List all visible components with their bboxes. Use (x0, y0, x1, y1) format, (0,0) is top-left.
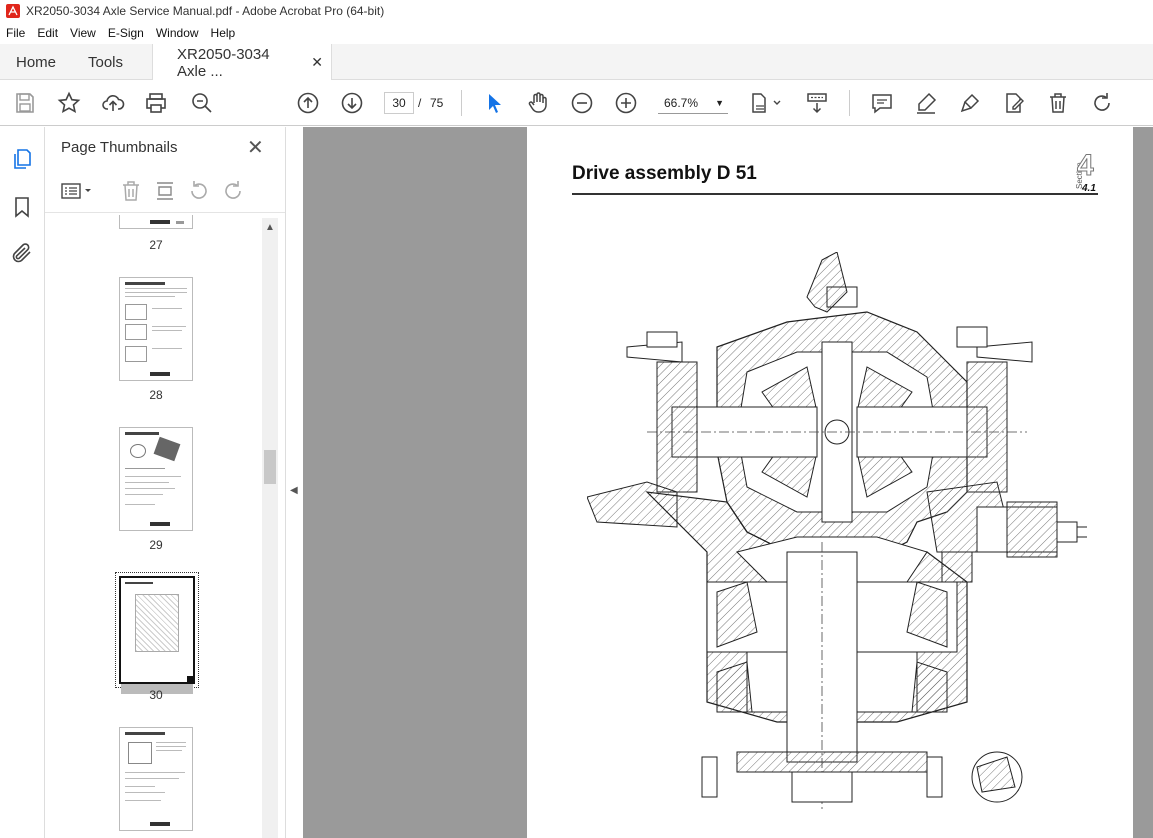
tab-document[interactable]: XR2050-3034 Axle ... ✕ (152, 44, 332, 81)
page-fit-icon[interactable] (750, 91, 784, 115)
page-number-label: 29 (149, 538, 163, 552)
page-thumbnails-icon[interactable] (10, 147, 34, 171)
panel-title: Page Thumbnails (61, 139, 178, 156)
title-bar: XR2050-3034 Axle Service Manual.pdf - Ad… (0, 0, 1153, 22)
highlight-pen-icon[interactable] (914, 91, 938, 115)
menu-file[interactable]: File (0, 26, 31, 40)
delete-page-icon[interactable] (119, 179, 143, 203)
page-heading: Drive assembly D 51 (572, 163, 757, 184)
page-thumbnail[interactable] (119, 727, 193, 831)
tab-tools[interactable]: Tools (88, 44, 123, 80)
scroll-up-icon[interactable]: ▲ (265, 222, 275, 233)
zoom-in-icon[interactable] (614, 91, 638, 115)
pdf-page: Drive assembly D 51 Section 4 4.1 (527, 127, 1133, 838)
page-number-label: 30 (149, 688, 163, 702)
star-icon[interactable] (57, 91, 81, 115)
page-number-label: 28 (149, 388, 163, 402)
zoom-level-value: 66.7% (664, 95, 699, 110)
print-icon[interactable] (144, 91, 168, 115)
fill-sign-icon[interactable] (1002, 91, 1026, 115)
comment-icon[interactable] (870, 91, 894, 115)
drive-assembly-drawing (587, 252, 1087, 812)
menu-esign[interactable]: E-Sign (102, 26, 150, 40)
close-tab-icon[interactable]: ✕ (311, 54, 323, 71)
thumbnail-list: 27 28 29 30 (45, 215, 263, 838)
zoom-level-select[interactable]: 66.7% ▼ (658, 92, 728, 114)
left-navigation-rail (0, 127, 45, 838)
scroll-mode-icon[interactable] (805, 91, 829, 115)
zoom-search-icon[interactable] (190, 91, 214, 115)
toolbar-divider (461, 90, 462, 116)
page-number-label: 27 (149, 238, 163, 252)
chevron-down-icon: ▼ (715, 97, 724, 108)
menu-window[interactable]: Window (150, 26, 205, 40)
collapse-panel-icon[interactable]: ◀ (290, 485, 298, 496)
document-view[interactable]: Drive assembly D 51 Section 4 4.1 (303, 127, 1153, 838)
rotate-counterclockwise-icon[interactable] (187, 179, 211, 203)
save-icon[interactable] (13, 91, 37, 115)
rotate-icon[interactable] (1090, 91, 1114, 115)
menu-edit[interactable]: Edit (31, 26, 64, 40)
next-page-icon[interactable] (340, 91, 364, 115)
thumbnail-options-icon[interactable] (59, 179, 95, 203)
tab-bar: Home Tools XR2050-3034 Axle ... ✕ (0, 44, 1153, 81)
toolbar-divider (849, 90, 850, 116)
section-number: 4 (1077, 149, 1095, 183)
zoom-out-icon[interactable] (570, 91, 594, 115)
insert-page-icon[interactable] (153, 179, 177, 203)
thumbnail-toolbar (45, 169, 285, 213)
page-thumbnails-panel: Page Thumbnails ✕ 27 28 29 30 (45, 127, 285, 838)
previous-page-icon[interactable] (296, 91, 320, 115)
rotate-clockwise-icon[interactable] (221, 179, 245, 203)
hand-tool-icon[interactable] (526, 91, 550, 115)
window-title: XR2050-3034 Axle Service Manual.pdf - Ad… (26, 4, 385, 18)
tab-home[interactable]: Home (16, 44, 56, 80)
menu-view[interactable]: View (64, 26, 102, 40)
select-cursor-icon[interactable] (482, 91, 506, 115)
close-panel-icon[interactable]: ✕ (247, 135, 264, 160)
acrobat-icon (6, 4, 20, 18)
panel-splitter[interactable]: ◀ (285, 127, 303, 838)
menu-help[interactable]: Help (205, 26, 242, 40)
scrollbar-thumb[interactable] (264, 450, 276, 484)
current-page-input[interactable]: 30 (384, 92, 414, 114)
heading-rule (572, 193, 1098, 195)
menu-bar: File Edit View E-Sign Window Help (0, 22, 1153, 44)
upload-cloud-icon[interactable] (101, 91, 125, 115)
page-thumbnail[interactable] (119, 277, 193, 381)
attachment-paperclip-icon[interactable] (10, 241, 34, 265)
tab-document-label: XR2050-3034 Axle ... (177, 45, 270, 80)
page-thumbnail[interactable] (119, 427, 193, 531)
delete-trash-icon[interactable] (1046, 91, 1070, 115)
page-separator: / (418, 96, 422, 110)
bookmark-icon[interactable] (10, 195, 34, 219)
thumbnail-scrollbar[interactable]: ▲ (262, 218, 278, 838)
sign-pen-icon[interactable] (958, 91, 982, 115)
total-pages: 75 (430, 96, 444, 110)
page-thumbnail-selected[interactable] (115, 572, 199, 694)
page-thumbnail[interactable] (119, 215, 193, 229)
